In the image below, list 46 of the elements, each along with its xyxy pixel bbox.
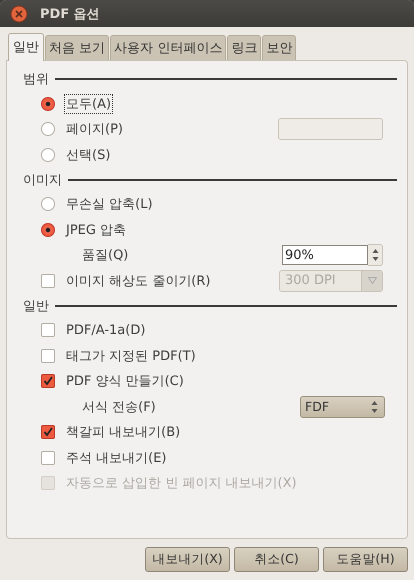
option-label: PDF 양식 만들기(C) bbox=[65, 373, 185, 390]
option-label: JPEG 압축 bbox=[65, 222, 128, 239]
radio-button[interactable] bbox=[41, 222, 55, 237]
radio-button[interactable] bbox=[41, 197, 55, 212]
option-label: 책갈피 내보내기(B) bbox=[65, 424, 182, 442]
option-label: 선택(S) bbox=[65, 146, 112, 164]
option-label: 품질(Q) bbox=[81, 247, 130, 264]
close-icon[interactable] bbox=[10, 4, 28, 22]
tab[interactable]: 보안 bbox=[262, 35, 296, 60]
section-heading: 이미지 bbox=[23, 172, 62, 188]
radio-button[interactable] bbox=[41, 122, 55, 136]
option-label: 서식 전송(F) bbox=[81, 398, 157, 416]
dialog-button[interactable]: 도움말(H) bbox=[323, 547, 408, 572]
option-label: 이미지 해상도 줄이기(R) bbox=[65, 272, 212, 290]
dialog-button[interactable]: 취소(C) bbox=[234, 547, 319, 572]
section-heading: 일반 bbox=[23, 298, 49, 314]
spin-button[interactable] bbox=[368, 244, 383, 266]
select-value: FDF bbox=[305, 399, 330, 414]
tab[interactable]: 사용자 인터페이스 bbox=[110, 35, 226, 60]
option-label: 무손실 압축(L) bbox=[65, 196, 154, 214]
option-label: 페이지(P) bbox=[65, 121, 124, 138]
tab[interactable]: 일반 bbox=[8, 33, 44, 61]
radio-button[interactable] bbox=[41, 96, 55, 111]
quality-field[interactable]: 90% bbox=[282, 245, 368, 266]
checkbox[interactable] bbox=[41, 323, 55, 338]
checkbox[interactable] bbox=[41, 425, 55, 440]
combo-value: 300 DPI bbox=[285, 273, 336, 288]
option-label: 태그가 지정된 PDF(T) bbox=[65, 348, 197, 365]
window-title: PDF 옵션 bbox=[40, 6, 100, 22]
checkbox[interactable] bbox=[41, 374, 55, 388]
option-label: 주석 내보내기(E) bbox=[65, 450, 168, 467]
tab[interactable]: 처음 보기 bbox=[45, 35, 110, 60]
tab[interactable]: 링크 bbox=[227, 35, 262, 60]
checkbox[interactable] bbox=[41, 348, 55, 363]
down-triangle-icon bbox=[368, 277, 376, 284]
option-label: 모두(A) bbox=[65, 94, 112, 113]
updown-arrows-icon bbox=[371, 400, 378, 414]
checkbox[interactable] bbox=[41, 450, 55, 465]
dialog-button[interactable]: 내보내기(X) bbox=[145, 547, 230, 572]
section-heading: 범위 bbox=[23, 71, 49, 88]
submit-format-select[interactable]: FDF bbox=[300, 396, 385, 418]
updown-arrows-icon bbox=[372, 248, 378, 262]
checkbox[interactable] bbox=[41, 274, 55, 288]
option-label: PDF/A-1a(D) bbox=[65, 322, 146, 338]
radio-button[interactable] bbox=[41, 148, 55, 162]
option-label: 자동으로 삽입한 빈 페이지 내보내기(X) bbox=[65, 475, 298, 492]
